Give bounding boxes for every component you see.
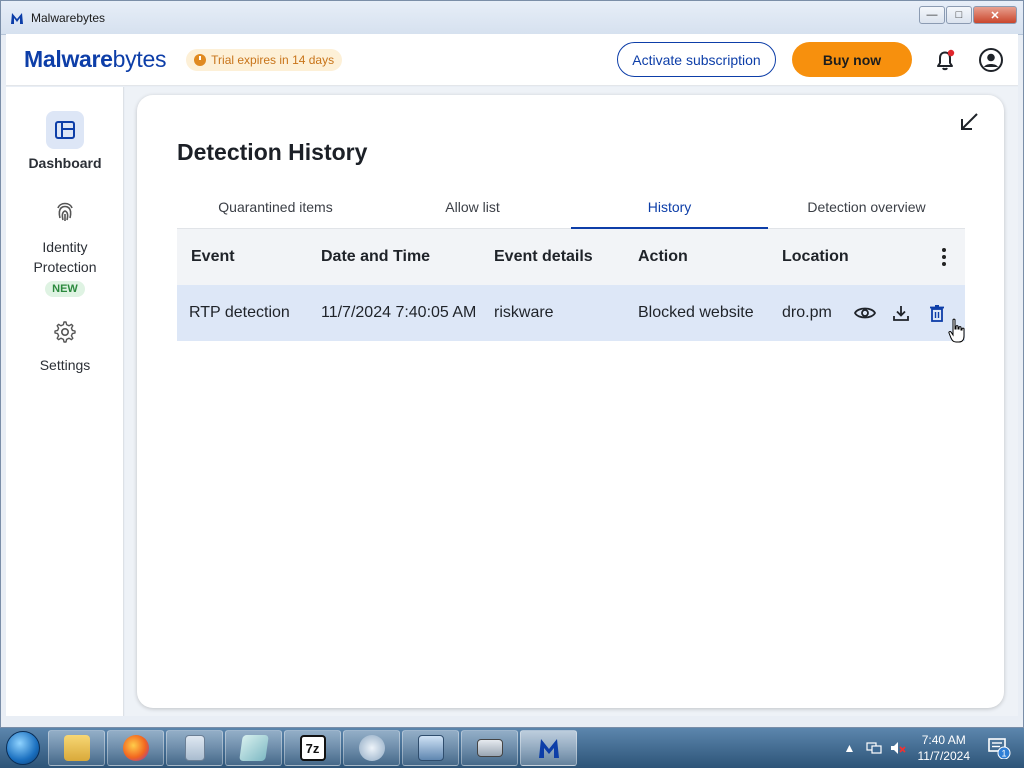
network-icon: [417, 735, 444, 761]
fingerprint-icon: [46, 193, 84, 231]
network-status-icon[interactable]: [865, 740, 882, 756]
clock-time: 7:40 AM: [921, 733, 966, 747]
trial-text: Trial expires in 14 days: [211, 52, 335, 67]
cell-datetime: 11/7/2024 7:40:05 AM: [321, 304, 477, 321]
maximize-button[interactable]: □: [946, 6, 972, 24]
malwarebytes-logo-icon: [11, 12, 23, 24]
sidebar-item-identity-protection[interactable]: Identity Protection NEW: [6, 193, 124, 297]
close-button[interactable]: ✕: [973, 6, 1017, 24]
folder-icon: [63, 735, 90, 761]
table-row[interactable]: RTP detection 11/7/2024 7:40:05 AM riskw…: [177, 285, 965, 341]
clock-date: 11/7/2024: [917, 749, 971, 763]
taskbar-windows-explorer[interactable]: [48, 730, 105, 766]
taskbar-network[interactable]: [402, 730, 459, 766]
clock-icon: [194, 53, 207, 66]
tab-bar: Quarantined items Allow list History Det…: [177, 193, 965, 229]
sidebar: Dashboard Identity Protection NEW Settin…: [6, 87, 124, 716]
taskbar-notepad[interactable]: [166, 730, 223, 766]
cell-details: riskware: [494, 304, 554, 321]
column-header-event[interactable]: Event: [177, 248, 321, 266]
malwarebytes-icon: [538, 739, 559, 758]
trial-badge[interactable]: Trial expires in 14 days: [186, 48, 343, 71]
taskbar-remote-desktop[interactable]: [461, 730, 518, 766]
buy-now-button[interactable]: Buy now: [792, 42, 912, 77]
cell-action: Blocked website: [638, 304, 754, 321]
collapse-icon[interactable]: [958, 111, 980, 133]
brand-logo: Malware bytes: [24, 46, 166, 73]
taskbar-malwarebytes[interactable]: [520, 730, 577, 766]
dashboard-icon: [46, 111, 84, 149]
system-tray: ▲ 7:40 AM 11/7/2024 1: [842, 728, 1024, 768]
sidebar-item-label: Settings: [39, 357, 91, 373]
header-actions: Activate subscription Buy now: [617, 42, 1018, 77]
account-icon[interactable]: [978, 47, 1004, 73]
activate-subscription-button[interactable]: Activate subscription: [617, 42, 776, 77]
taskbar-sticky-notes[interactable]: [225, 730, 282, 766]
system-clock[interactable]: 7:40 AM 11/7/2024: [918, 732, 971, 764]
show-hidden-icons-icon[interactable]: ▲: [842, 740, 858, 756]
page-title: Detection History: [177, 139, 368, 165]
new-badge: NEW: [45, 281, 85, 297]
taskbar-firefox[interactable]: [107, 730, 164, 766]
sidebar-item-label: Dashboard: [28, 155, 102, 171]
column-header-action[interactable]: Action: [638, 248, 782, 266]
title-bar[interactable]: Malwarebytes — □ ✕: [1, 1, 1023, 35]
bell-icon[interactable]: [932, 47, 958, 73]
minimize-button[interactable]: —: [919, 6, 945, 24]
sidebar-item-settings[interactable]: Settings: [6, 313, 124, 373]
table-header: Event Date and Time Event details Action…: [177, 229, 965, 285]
notepad-icon: [184, 735, 205, 761]
cell-event: RTP detection: [189, 304, 290, 321]
action-center-icon[interactable]: 1: [984, 733, 1014, 763]
start-button[interactable]: [0, 728, 46, 768]
row-actions: [847, 285, 955, 341]
7zip-icon: 7z: [299, 735, 326, 761]
hand-cursor-icon: [948, 318, 965, 343]
tab-history[interactable]: History: [571, 193, 768, 229]
tab-quarantined-items[interactable]: Quarantined items: [177, 193, 374, 228]
firefox-icon: [122, 735, 149, 761]
taskbar-7-zip[interactable]: 7z: [284, 730, 341, 766]
window-controls: — □ ✕: [918, 6, 1017, 24]
sticky-notes-icon: [238, 735, 269, 761]
column-header-date-time[interactable]: Date and Time: [321, 248, 494, 266]
detection-history-card: Detection History Quarantined items Allo…: [137, 95, 1004, 708]
windows-logo-icon: [6, 731, 40, 765]
column-header-location[interactable]: Location: [782, 248, 902, 266]
app-header: Malware bytes Trial expires in 14 days Ac…: [6, 34, 1018, 86]
more-options-icon[interactable]: [941, 247, 947, 268]
computer-icon: [476, 739, 503, 757]
taskbar: 7z ▲ 7:40 AM 11/7/2024 1: [0, 728, 1024, 768]
tab-allow-list[interactable]: Allow list: [374, 193, 571, 228]
window-title: Malwarebytes: [31, 10, 106, 25]
taskbar-media-player[interactable]: [343, 730, 400, 766]
sidebar-item-dashboard[interactable]: Dashboard: [6, 111, 124, 171]
download-icon[interactable]: [883, 295, 919, 331]
media-player-icon: [358, 735, 385, 761]
sidebar-item-label: Identity Protection: [33, 239, 97, 275]
history-table: Event Date and Time Event details Action…: [177, 229, 965, 341]
volume-muted-icon[interactable]: [890, 740, 906, 756]
notification-count: 1: [1001, 749, 1006, 759]
column-header-event-details[interactable]: Event details: [494, 248, 638, 266]
brand-rest: bytes: [112, 46, 167, 72]
brand-bold: Malware: [24, 46, 113, 72]
gear-icon: [46, 313, 84, 351]
tab-detection-overview[interactable]: Detection overview: [768, 193, 965, 228]
view-icon[interactable]: [847, 295, 883, 331]
